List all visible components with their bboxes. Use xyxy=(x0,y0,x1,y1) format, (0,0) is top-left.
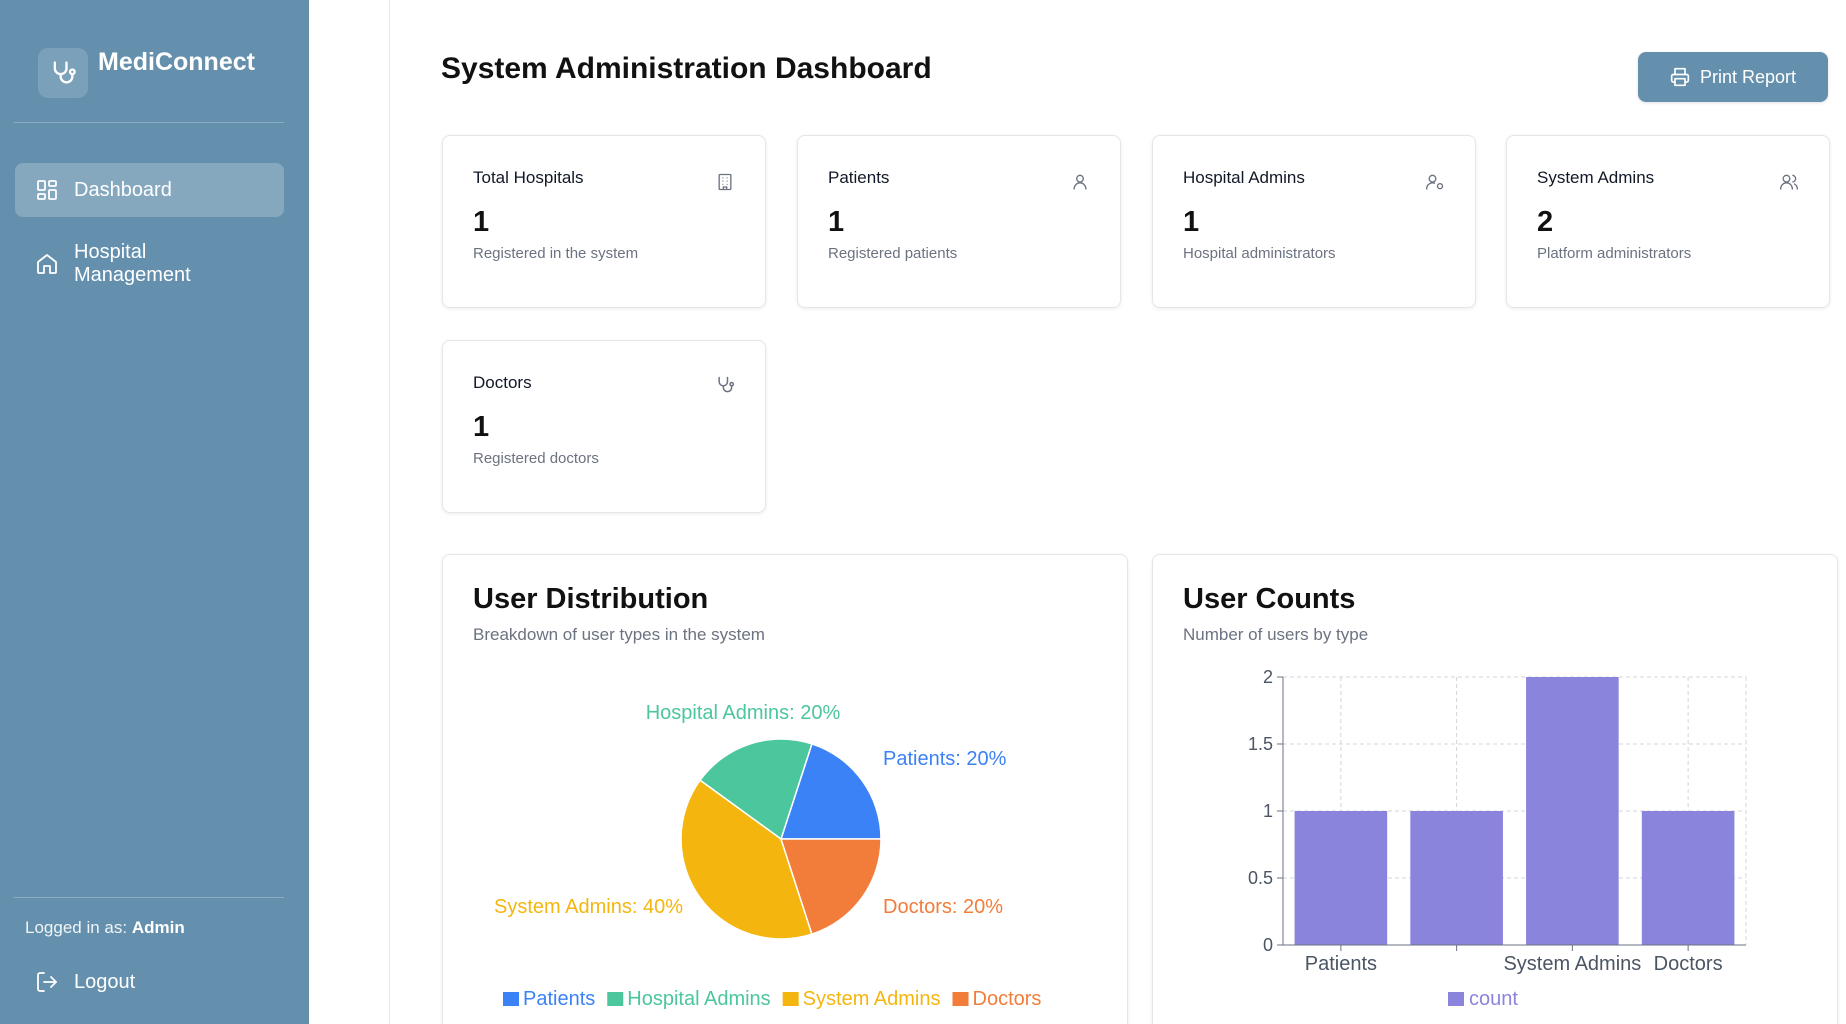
y-tick-label: 1.5 xyxy=(1248,734,1273,754)
stat-card-hospital-admins: Hospital Admins 1 Hospital administrator… xyxy=(1152,135,1476,308)
logged-in-info: Logged in as: Admin xyxy=(25,918,185,938)
sidebar-item-label: Dashboard xyxy=(74,178,172,201)
sidebar-divider xyxy=(14,122,284,123)
logout-icon xyxy=(37,972,57,992)
legend-label: Patients xyxy=(523,988,595,1010)
stat-title: Total Hospitals xyxy=(473,168,584,187)
legend-item[interactable]: Patients xyxy=(503,988,595,1010)
stethoscope-logo-icon xyxy=(38,48,88,98)
logged-in-prefix: Logged in as: xyxy=(25,918,128,937)
brand[interactable]: MediConnect xyxy=(38,48,255,98)
content-divider xyxy=(389,0,390,1024)
legend-item[interactable]: Doctors xyxy=(952,988,1042,1010)
user-cog-icon xyxy=(1426,174,1444,190)
legend-label: count xyxy=(1469,988,1518,1010)
stat-title: Doctors xyxy=(473,373,532,392)
sidebar-item-label: Hospital Management xyxy=(74,241,191,286)
user-distribution-panel: User Distribution Breakdown of user type… xyxy=(442,554,1128,1024)
legend-swatch xyxy=(782,992,799,1006)
legend-label: Hospital Admins xyxy=(627,988,770,1010)
stat-card-doctors: Doctors 1 Registered doctors xyxy=(442,340,766,513)
stat-desc: Platform administrators xyxy=(1537,245,1692,262)
legend-item[interactable]: System Admins xyxy=(782,988,941,1010)
building-icon xyxy=(718,173,732,191)
stat-desc: Hospital administrators xyxy=(1183,245,1336,262)
legend-label: Doctors xyxy=(973,988,1042,1010)
printer-icon xyxy=(1670,67,1690,87)
logout-button[interactable]: Logout xyxy=(15,960,284,1004)
y-tick-label: 1 xyxy=(1263,801,1273,821)
stat-value: 1 xyxy=(828,206,845,238)
pie-slice-label: Doctors: 20% xyxy=(883,896,1003,918)
pie-slice-label: Patients: 20% xyxy=(883,748,1007,770)
logout-label: Logout xyxy=(74,970,136,993)
stat-title: System Admins xyxy=(1537,168,1655,187)
legend-swatch xyxy=(503,992,519,1006)
legend-swatch xyxy=(952,992,969,1006)
sidebar-item-hospital-management[interactable]: Hospital Management xyxy=(15,235,284,293)
x-tick-label: System Admins xyxy=(1503,953,1641,975)
bar[interactable] xyxy=(1294,811,1388,945)
y-tick-label: 0.5 xyxy=(1248,868,1273,888)
bar[interactable] xyxy=(1526,677,1619,945)
sidebar: MediConnect Dashboard Hospital Managemen… xyxy=(0,0,309,1024)
logged-in-user: Admin xyxy=(131,918,185,937)
legend-swatch xyxy=(1448,992,1464,1006)
y-tick-label: 0 xyxy=(1263,935,1273,955)
app-name: MediConnect xyxy=(98,48,255,76)
stat-value: 1 xyxy=(1183,206,1200,238)
user-icon xyxy=(1073,174,1087,190)
sidebar-divider xyxy=(14,897,284,898)
stethoscope-icon xyxy=(718,376,735,393)
stat-desc: Registered in the system xyxy=(473,245,639,262)
bar[interactable] xyxy=(1410,811,1503,945)
user-counts-panel: User Counts Number of users by type 0 0.5… xyxy=(1152,554,1838,1024)
legend-label: System Admins xyxy=(803,988,941,1010)
legend-item[interactable]: count xyxy=(1448,988,1518,1010)
print-report-label: Print Report xyxy=(1699,66,1797,87)
stat-card-total-hospitals: Total Hospitals 1 Registered in the syst… xyxy=(442,135,766,308)
stat-desc: Registered patients xyxy=(828,245,958,262)
pie-slice-label: Hospital Admins: 20% xyxy=(646,702,841,724)
stat-title: Hospital Admins xyxy=(1183,168,1305,187)
page-title: System Administration Dashboard xyxy=(441,52,932,85)
y-tick-label: 2 xyxy=(1263,667,1273,687)
legend-swatch xyxy=(607,992,624,1006)
x-tick-label: Doctors xyxy=(1654,953,1723,975)
home-icon xyxy=(37,254,57,274)
pie-slice-label: System Admins: 40% xyxy=(494,896,683,918)
stat-card-patients: Patients 1 Registered patients xyxy=(797,135,1121,308)
stat-value: 1 xyxy=(473,206,490,238)
bar[interactable] xyxy=(1641,811,1735,945)
dashboard-grid-icon xyxy=(37,180,57,200)
pie-chart: Patients: 20% Hospital Admins: 20% System … xyxy=(494,702,1042,1010)
print-report-button[interactable]: Print Report xyxy=(1638,52,1828,102)
sidebar-item-dashboard[interactable]: Dashboard xyxy=(15,163,284,217)
x-tick-label: Patients xyxy=(1305,953,1377,975)
legend-item[interactable]: Hospital Admins xyxy=(607,988,771,1010)
stat-card-system-admins: System Admins 2 Platform administrators xyxy=(1506,135,1830,308)
stat-value: 1 xyxy=(473,411,490,443)
bar-chart: 0 0.5 1 1.5 2 Patients System Admins Doctors cou… xyxy=(1248,667,1747,1010)
stat-value: 2 xyxy=(1537,206,1554,238)
stat-title: Patients xyxy=(828,168,890,187)
stat-desc: Registered doctors xyxy=(473,450,599,467)
users-icon xyxy=(1780,174,1798,190)
